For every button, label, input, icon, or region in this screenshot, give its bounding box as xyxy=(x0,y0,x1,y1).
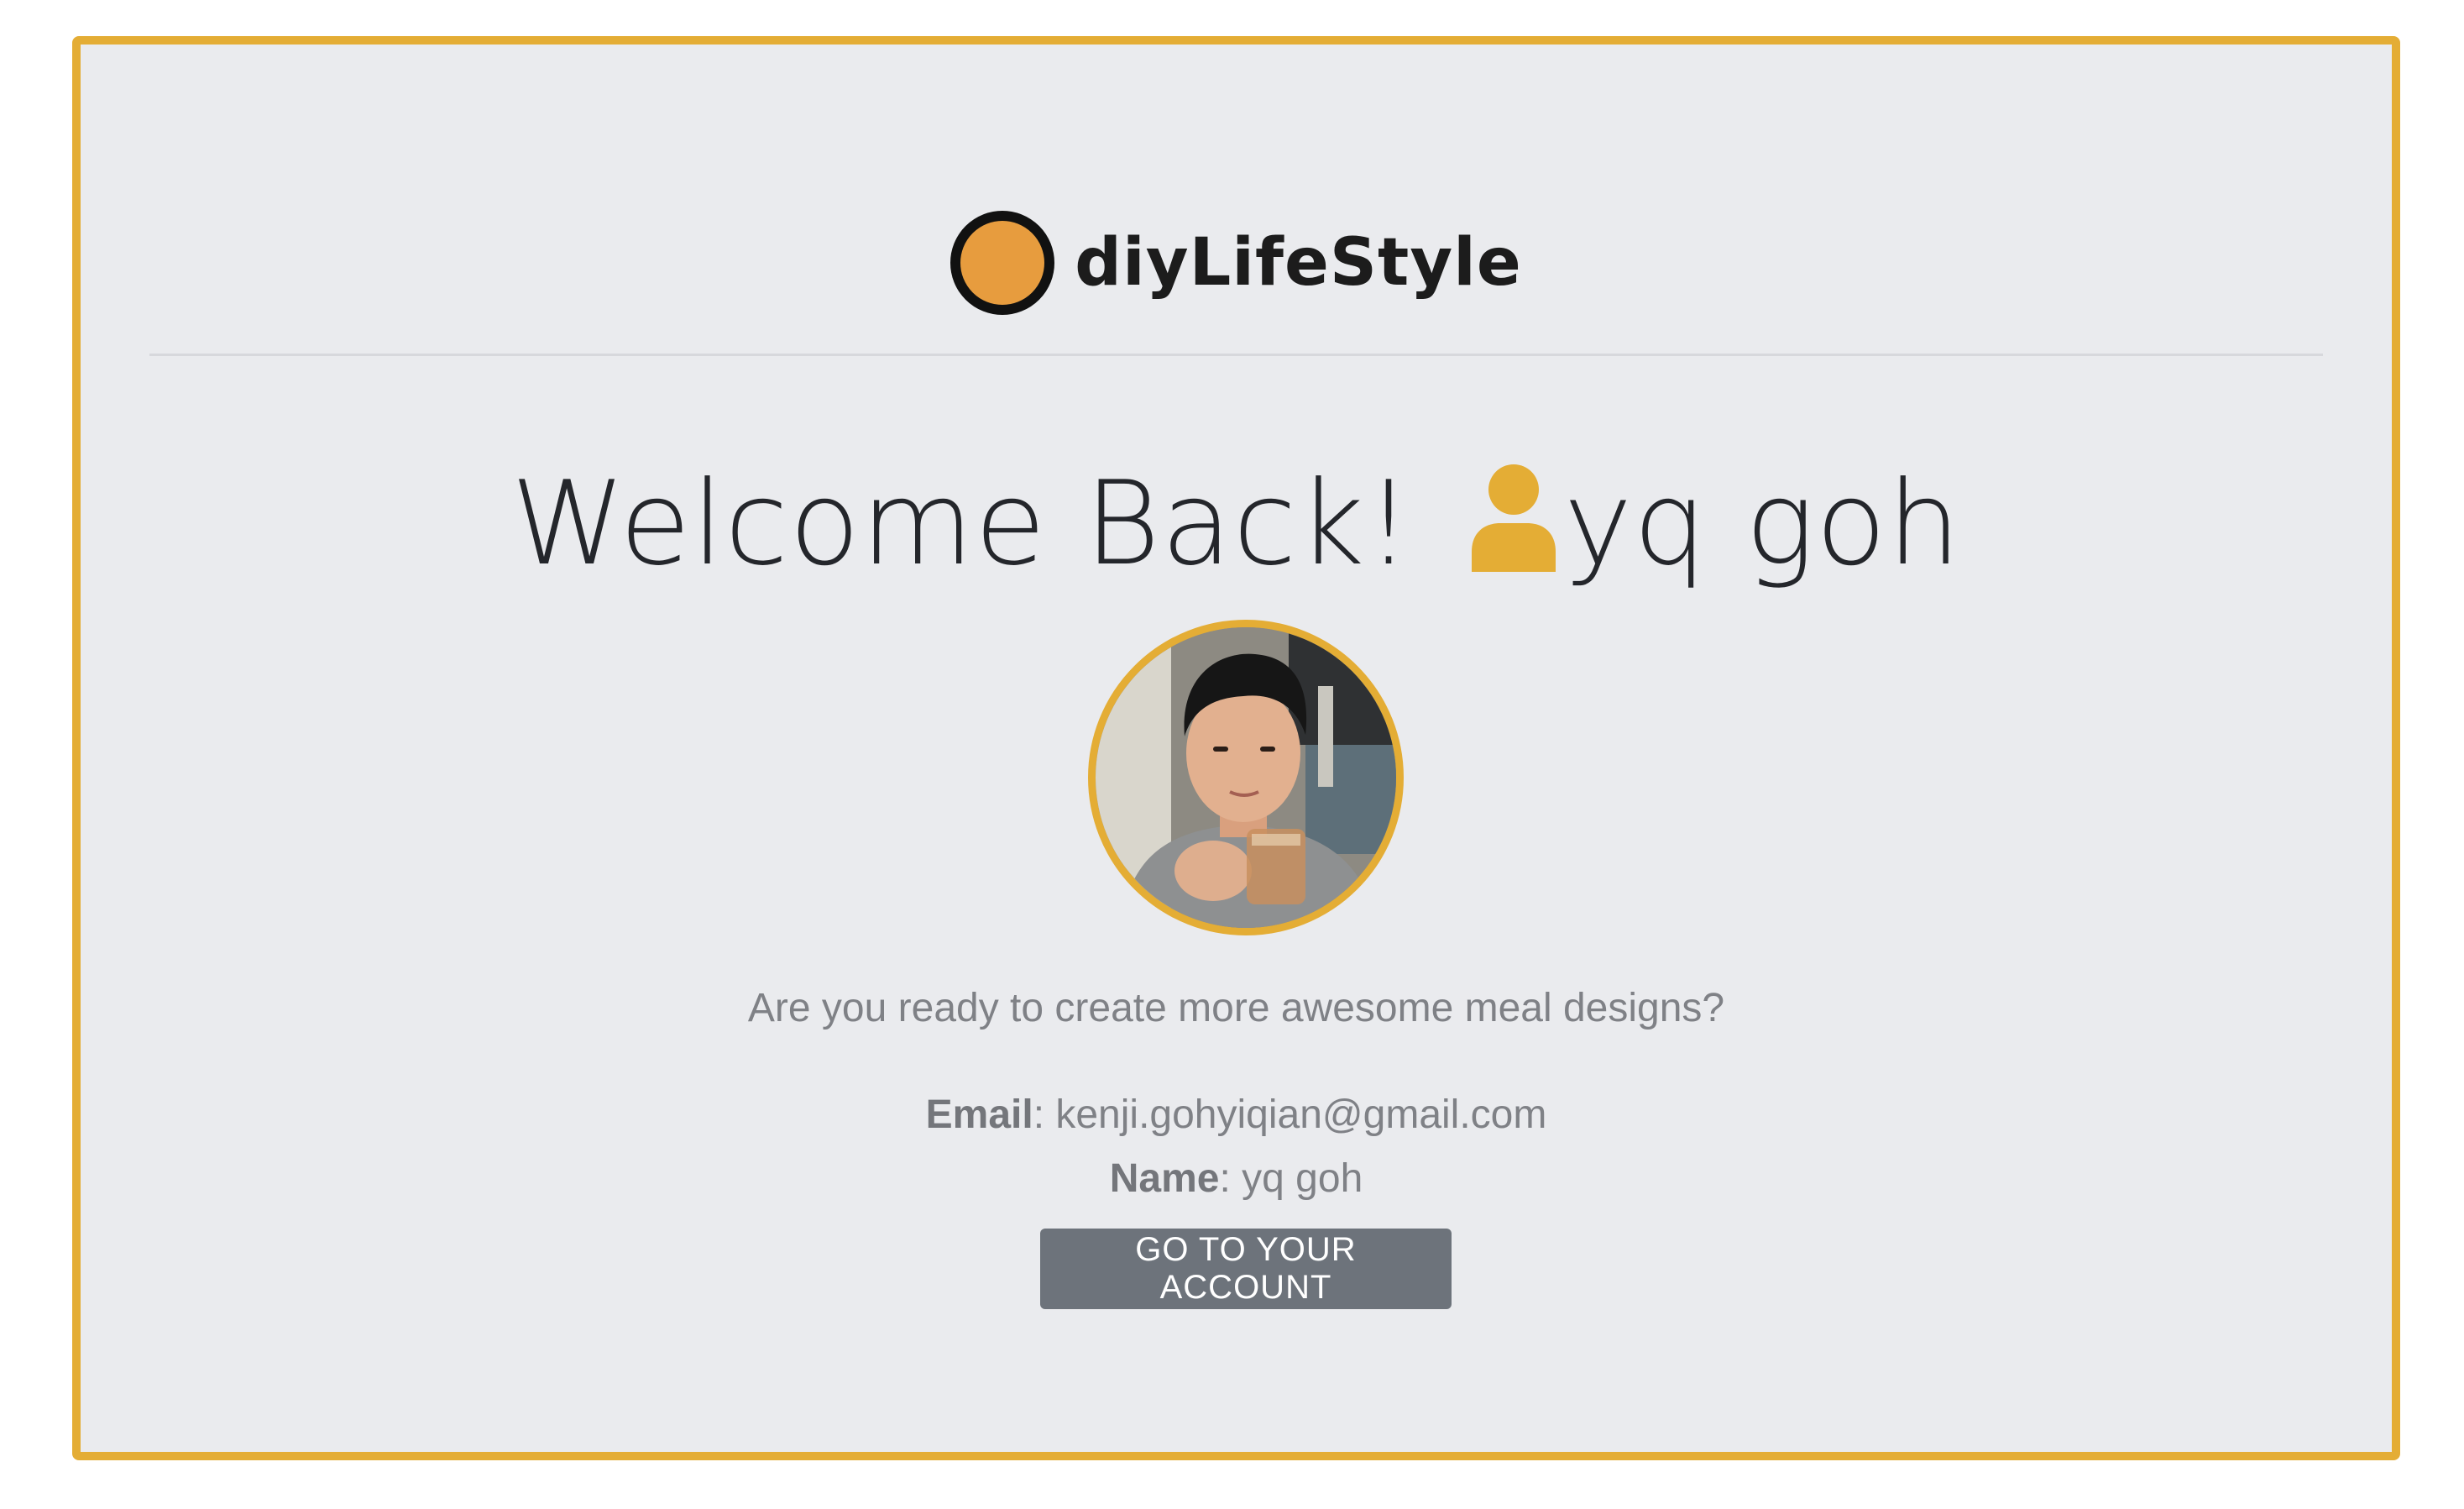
welcome-card: diyLifeStyle Welcome Back! yq goh Are yo… xyxy=(72,36,2400,1460)
user-icon xyxy=(1471,464,1556,572)
profile-avatar xyxy=(1088,620,1404,935)
email-row: Email: kenji.gohyiqian@gmail.com xyxy=(81,1083,2392,1147)
name-value: : yq goh xyxy=(1219,1156,1363,1201)
email-value: : kenji.gohyiqian@gmail.com xyxy=(1033,1092,1547,1137)
welcome-username: yq goh xyxy=(1563,455,1962,591)
divider xyxy=(149,354,2323,356)
name-label: Name xyxy=(1109,1156,1220,1201)
brand-header[interactable]: diyLifeStyle xyxy=(81,196,2392,330)
welcome-heading: Welcome Back! yq goh xyxy=(81,439,2392,607)
brand-name: diyLifeStyle xyxy=(1075,225,1522,301)
profile-photo xyxy=(1096,627,1396,928)
email-label: Email xyxy=(925,1092,1033,1137)
go-to-account-button[interactable]: GO TO YOUR ACCOUNT xyxy=(1040,1229,1452,1309)
welcome-greeting: Welcome Back! xyxy=(510,455,1413,591)
profile-info: Email: kenji.gohyiqian@gmail.com Name: y… xyxy=(81,1083,2392,1211)
name-row: Name: yq goh xyxy=(81,1147,2392,1211)
circle-logo-icon xyxy=(950,211,1055,315)
tagline: Are you ready to create more awesome mea… xyxy=(747,986,1725,1030)
